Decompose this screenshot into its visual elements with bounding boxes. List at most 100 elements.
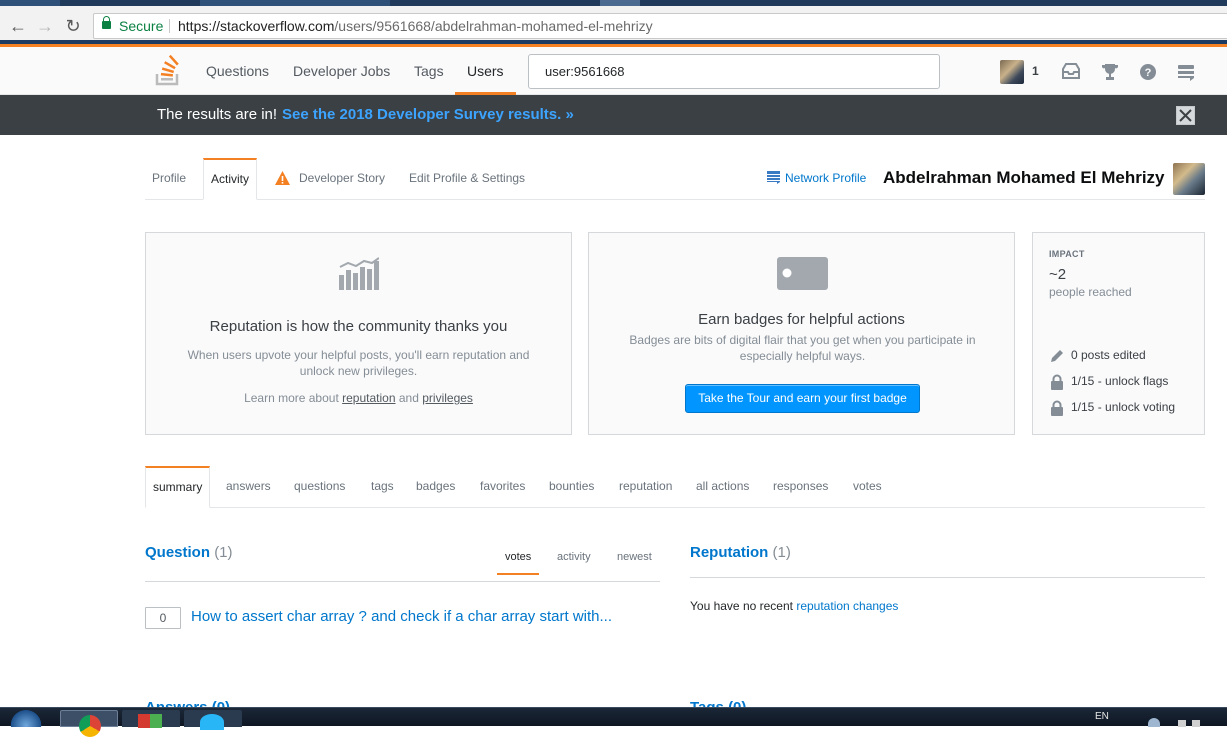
learn-more-prefix: Learn more about xyxy=(244,391,339,405)
banner-lead: The results are in! xyxy=(157,106,278,123)
reputation-count[interactable]: 1 xyxy=(1032,64,1039,78)
help-icon[interactable]: ? xyxy=(1137,61,1159,83)
subtab-questions[interactable]: questions xyxy=(287,466,352,507)
user-display-name: Abdelrahman Mohamed El Mehrizy xyxy=(883,168,1165,187)
forward-icon[interactable]: → xyxy=(34,15,56,37)
privilege-text: 1/15 - unlock flags xyxy=(1071,374,1169,388)
subtab-reputation[interactable]: reputation xyxy=(612,466,679,507)
stackexchange-icon xyxy=(767,171,780,184)
question-title-link[interactable]: How to assert char array ? and check if … xyxy=(191,608,612,625)
address-separator xyxy=(169,19,170,33)
user-avatar[interactable] xyxy=(1000,60,1024,84)
subtab-badges[interactable]: badges xyxy=(409,466,462,507)
reputation-section-label: Reputation xyxy=(690,544,769,561)
inbox-icon[interactable] xyxy=(1060,61,1082,83)
network-profile-link[interactable]: Network Profile xyxy=(767,171,866,185)
reputation-section-divider xyxy=(690,577,1205,578)
badges-card-text: Badges are bits of digital flair that yo… xyxy=(629,333,976,363)
url-path: /users/9561668/abdelrahman-mohamed-el-me… xyxy=(334,18,653,34)
question-vote-count: 0 xyxy=(145,607,181,629)
reputation-changes-link[interactable]: reputation changes xyxy=(796,599,898,613)
tab-activity[interactable]: Activity xyxy=(203,158,257,200)
nav-developer-jobs[interactable]: Developer Jobs xyxy=(293,47,390,95)
reputation-card-title: Reputation is how the community thanks y… xyxy=(209,318,508,335)
privilege-text: 1/15 - unlock voting xyxy=(1071,400,1176,414)
site-switcher-icon[interactable] xyxy=(1175,61,1197,83)
impact-label: IMPACT xyxy=(1049,249,1085,259)
answers-section-title-cut[interactable]: Answers (0) xyxy=(145,699,235,707)
reload-icon[interactable]: ↻ xyxy=(62,15,84,37)
url-host: https://stackoverflow.com xyxy=(178,18,335,34)
network-profile-label: Network Profile xyxy=(785,171,867,185)
activity-subtabs: summary answers questions tags badges fa… xyxy=(145,466,1205,508)
question-section-label: Question xyxy=(145,544,211,561)
sort-active-indicator xyxy=(497,573,539,575)
reputation-learn-more: Learn more about reputation and privileg… xyxy=(176,390,541,406)
reputation-section-count: (1) xyxy=(772,544,791,561)
learn-more-and: and xyxy=(398,391,419,405)
nav-questions[interactable]: Questions xyxy=(206,47,269,95)
back-icon[interactable]: ← xyxy=(7,15,29,37)
app-icon xyxy=(200,714,224,730)
no-reputation-text: You have no recent reputation changes xyxy=(690,599,898,613)
question-section-count: (1) xyxy=(214,544,233,561)
answers-section-label: Answers (0) xyxy=(145,699,230,707)
badge-icon xyxy=(777,257,828,290)
subtab-answers[interactable]: answers xyxy=(219,466,278,507)
language-indicator[interactable]: EN xyxy=(1095,711,1109,722)
lock-icon xyxy=(1051,374,1063,390)
survey-banner: The results are in! See the 2018 Develop… xyxy=(0,95,1227,135)
subtab-favorites[interactable]: favorites xyxy=(473,466,532,507)
nav-users[interactable]: Users xyxy=(455,47,516,95)
privileges-link[interactable]: privileges xyxy=(422,391,473,405)
svg-text:?: ? xyxy=(1145,67,1152,79)
chrome-icon xyxy=(79,715,101,737)
sort-newest[interactable]: newest xyxy=(617,551,652,563)
reputation-link[interactable]: reputation xyxy=(342,391,395,405)
nav-tags[interactable]: Tags xyxy=(414,47,444,95)
os-taskbar: EN xyxy=(0,707,1227,737)
warning-icon xyxy=(275,171,290,185)
lock-icon xyxy=(1051,400,1063,416)
achievements-trophy-icon[interactable] xyxy=(1099,61,1121,83)
tags-section-label: Tags (0) xyxy=(690,699,746,707)
banner-close-button[interactable] xyxy=(1176,106,1195,125)
taskbar-app-icon[interactable] xyxy=(122,710,180,728)
impact-subtext: people reached xyxy=(1049,285,1132,299)
badges-card-title: Earn badges for helpful actions xyxy=(698,311,905,328)
profile-avatar[interactable] xyxy=(1173,163,1205,195)
banner-survey-link[interactable]: See the 2018 Developer Survey results. » xyxy=(282,95,574,135)
sort-activity[interactable]: activity xyxy=(557,551,591,563)
taskbar-chrome-icon[interactable] xyxy=(60,710,118,737)
tags-section-title-cut[interactable]: Tags (0) xyxy=(690,699,760,707)
taskbar-app-icon[interactable] xyxy=(184,710,242,730)
reputation-graph-icon xyxy=(339,257,379,290)
privilege-text: 0 posts edited xyxy=(1071,348,1146,362)
reputation-card: Reputation is how the community thanks y… xyxy=(145,232,572,435)
question-section-title[interactable]: Question (1) xyxy=(145,544,233,561)
impact-value: ~2 xyxy=(1049,266,1067,283)
subtab-all-actions[interactable]: all actions xyxy=(689,466,756,507)
tab-developer-story[interactable]: Developer Story xyxy=(292,158,392,199)
stackoverflow-logo-icon[interactable] xyxy=(155,54,183,86)
site-accent-bar xyxy=(0,40,1227,47)
address-bar[interactable]: Secure https://stackoverflow.com/users/9… xyxy=(93,13,1227,39)
search-input[interactable] xyxy=(528,54,940,89)
subtab-votes[interactable]: votes xyxy=(846,466,889,507)
subtab-tags[interactable]: tags xyxy=(364,466,401,507)
tab-edit-profile[interactable]: Edit Profile & Settings xyxy=(402,158,532,199)
start-button[interactable] xyxy=(6,710,46,727)
lock-icon xyxy=(102,16,111,29)
sort-votes[interactable]: votes xyxy=(505,551,531,563)
no-reputation-prefix: You have no recent xyxy=(690,599,793,613)
close-icon xyxy=(1179,109,1192,122)
subtab-responses[interactable]: responses xyxy=(766,466,835,507)
take-tour-button[interactable]: Take the Tour and earn your first badge xyxy=(685,384,920,413)
subtab-summary[interactable]: summary xyxy=(145,466,211,508)
subtab-bounties[interactable]: bounties xyxy=(542,466,601,507)
secure-label: Secure xyxy=(119,18,164,34)
site-topbar: Questions Developer Jobs Tags Users 1 ? xyxy=(0,47,1227,95)
tab-profile[interactable]: Profile xyxy=(145,158,193,199)
reputation-section-title[interactable]: Reputation (1) xyxy=(690,544,791,561)
pencil-icon xyxy=(1051,350,1063,362)
